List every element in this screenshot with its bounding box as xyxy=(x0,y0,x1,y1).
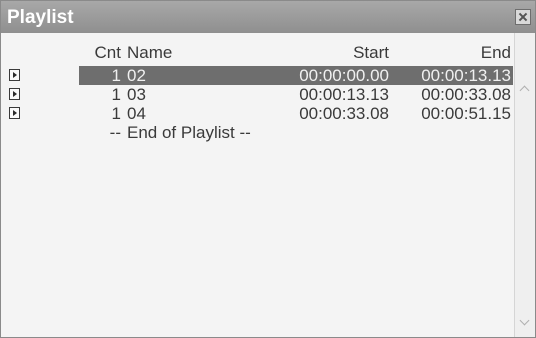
end-marker-cnt: -- xyxy=(109,123,121,142)
end-of-playlist-row: -- End of Playlist -- xyxy=(1,123,513,142)
row-name: 03 xyxy=(127,85,146,104)
column-header-end[interactable]: End xyxy=(481,43,511,62)
playlist-list: Cnt Name Start End 1 02 00:00:00.00 00:0… xyxy=(1,33,535,337)
column-header-start[interactable]: Start xyxy=(353,43,389,62)
scroll-down-icon[interactable] xyxy=(519,319,531,329)
row-cnt: 1 xyxy=(111,66,121,85)
row-name: 02 xyxy=(127,66,146,85)
close-icon[interactable] xyxy=(515,9,531,25)
play-icon[interactable] xyxy=(9,69,20,81)
column-header-name[interactable]: Name xyxy=(127,43,172,62)
row-cnt: 1 xyxy=(111,85,121,104)
column-header-row: Cnt Name Start End xyxy=(1,43,513,65)
playlist-row[interactable]: 1 02 00:00:00.00 00:00:13.13 xyxy=(1,66,513,85)
play-icon[interactable] xyxy=(9,107,20,119)
row-start: 00:00:00.00 xyxy=(299,66,389,85)
row-start: 00:00:13.13 xyxy=(299,85,389,104)
playlist-row[interactable]: 1 03 00:00:13.13 00:00:33.08 xyxy=(1,85,513,104)
row-start: 00:00:33.08 xyxy=(299,104,389,123)
column-header-cnt[interactable]: Cnt xyxy=(79,43,121,62)
title-bar[interactable]: Playlist xyxy=(1,1,535,33)
end-marker-label: End of Playlist -- xyxy=(127,123,251,142)
row-end: 00:00:33.08 xyxy=(421,85,511,104)
row-name: 04 xyxy=(127,104,146,123)
row-end: 00:00:51.15 xyxy=(421,104,511,123)
row-end: 00:00:13.13 xyxy=(421,66,511,85)
row-cnt: 1 xyxy=(111,104,121,123)
playlist-window: Playlist Cnt Name Start End 1 02 00:00:0… xyxy=(0,0,536,338)
scroll-up-icon[interactable] xyxy=(519,83,531,93)
play-icon[interactable] xyxy=(9,88,20,100)
window-title: Playlist xyxy=(7,7,74,28)
playlist-row[interactable]: 1 04 00:00:33.08 00:00:51.15 xyxy=(1,104,513,123)
vertical-scrollbar[interactable] xyxy=(514,33,535,337)
